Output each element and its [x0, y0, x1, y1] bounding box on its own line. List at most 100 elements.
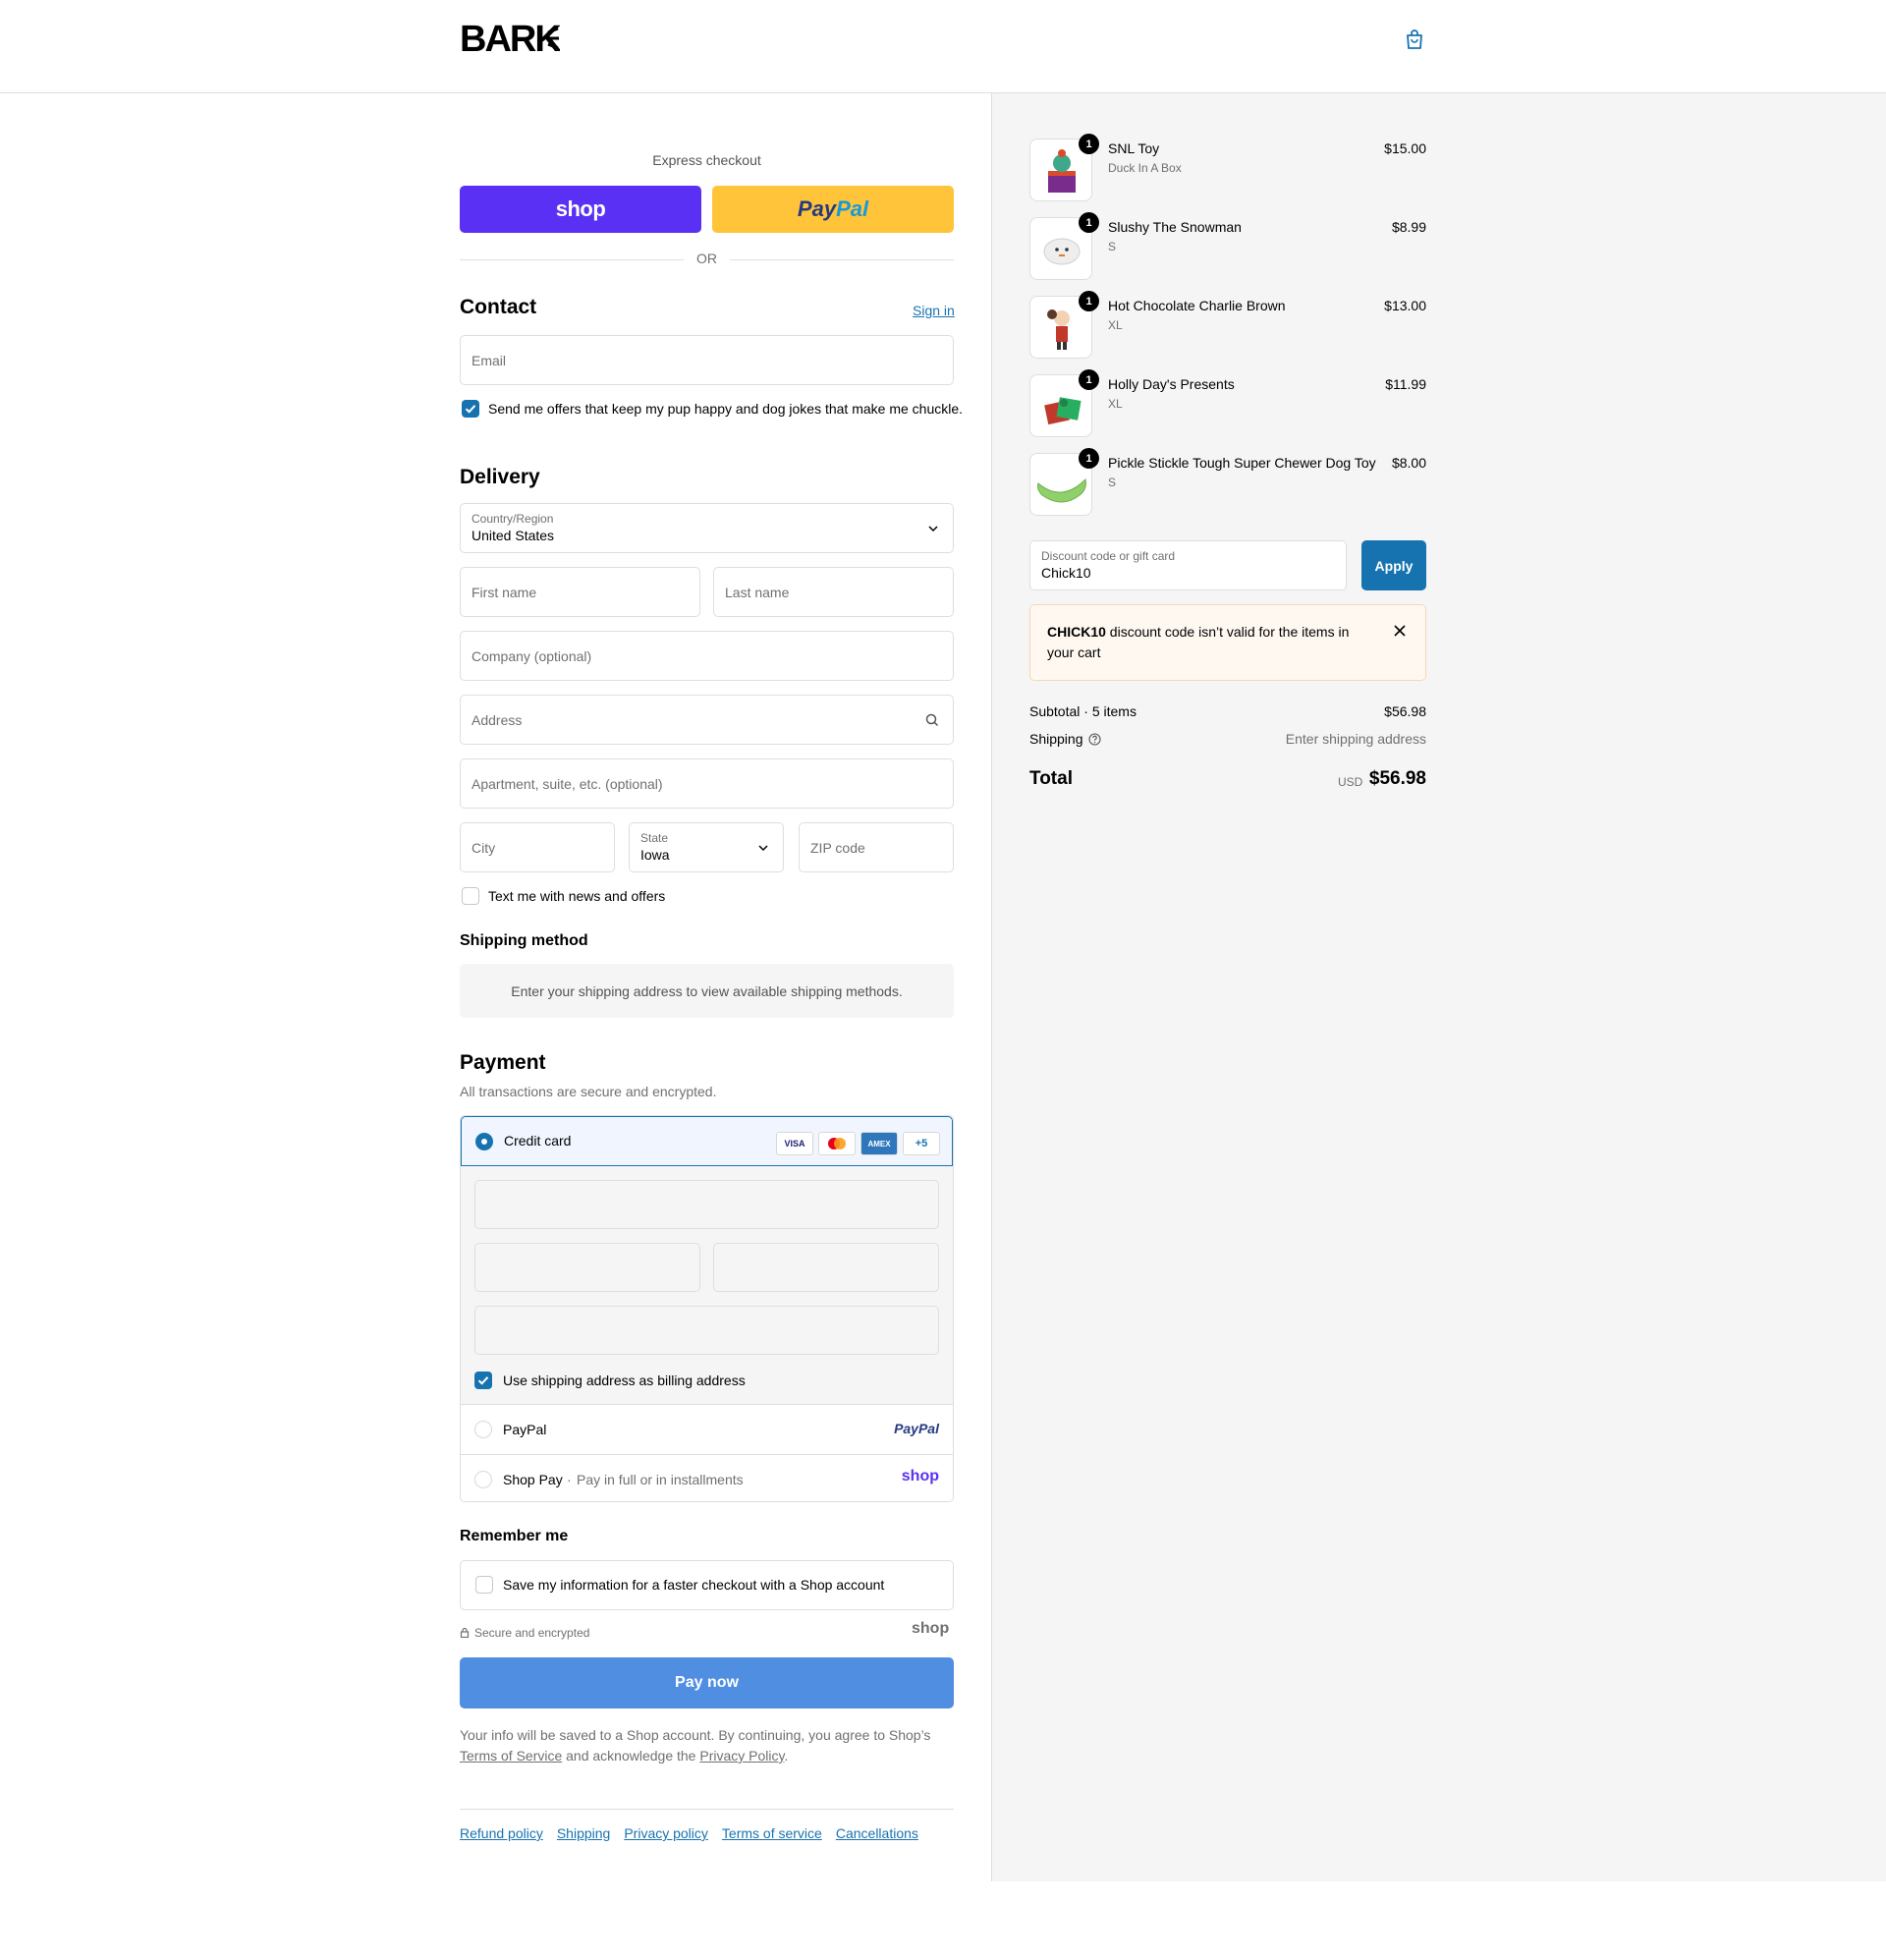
- item-name: Hot Chocolate Charlie Brown: [1108, 298, 1286, 313]
- first-name-field[interactable]: First name: [460, 567, 700, 617]
- paypal-label: PayPal: [503, 1422, 547, 1437]
- shopping-bag-icon[interactable]: [1403, 28, 1426, 51]
- contact-title: Contact: [460, 296, 537, 318]
- credit-card-radio[interactable]: [475, 1133, 493, 1150]
- quantity-badge: 1: [1079, 448, 1099, 469]
- discount-error-text: CHICK10 discount code isn’t valid for th…: [1047, 622, 1352, 663]
- more-cards-badge: +5: [903, 1132, 940, 1155]
- pay-now-button[interactable]: Pay now: [460, 1657, 954, 1708]
- save-info-checkbox[interactable]: [475, 1576, 493, 1594]
- save-info-label: Save my information for a faster checkou…: [503, 1577, 885, 1593]
- total-value: $56.98: [1368, 768, 1426, 789]
- refund-policy-link[interactable]: Refund policy: [460, 1825, 543, 1841]
- item-variant: XL: [1108, 397, 1123, 411]
- shop-pay-option[interactable]: Shop Pay · Pay in full or in installment…: [461, 1454, 953, 1501]
- paypal-express-button[interactable]: Pay Pal: [712, 186, 954, 233]
- quantity-badge: 1: [1079, 291, 1099, 311]
- state-label: State: [640, 831, 669, 845]
- company-field[interactable]: Company (optional): [460, 631, 954, 681]
- last-name-field[interactable]: Last name: [713, 567, 954, 617]
- delivery-title: Delivery: [460, 466, 540, 488]
- item-variant: S: [1108, 476, 1117, 489]
- first-name-placeholder: First name: [472, 584, 537, 600]
- legal-dot: .: [784, 1748, 789, 1764]
- credit-card-form: Use shipping address as billing address: [461, 1166, 953, 1405]
- expiration-field[interactable]: [474, 1243, 700, 1292]
- or-divider: OR: [460, 251, 954, 268]
- item-variant: XL: [1108, 318, 1123, 332]
- state-value: Iowa: [640, 847, 670, 863]
- credit-card-label: Credit card: [504, 1133, 572, 1148]
- credit-card-option[interactable]: Credit card VISA AMEX +5: [461, 1116, 953, 1166]
- billing-address-checkbox[interactable]: [474, 1372, 492, 1389]
- shop-terms-link[interactable]: Terms of Service: [460, 1748, 562, 1764]
- paypal-radio[interactable]: [474, 1421, 492, 1438]
- address-placeholder: Address: [472, 711, 523, 728]
- express-checkout-label: Express checkout: [652, 152, 761, 168]
- remember-me-title: Remember me: [460, 1528, 569, 1544]
- shipping-link[interactable]: Shipping: [557, 1825, 611, 1841]
- item-price: $8.99: [1391, 219, 1426, 235]
- shop-privacy-link[interactable]: Privacy Policy: [699, 1748, 784, 1764]
- text-offers-checkbox[interactable]: [462, 887, 479, 905]
- apply-button[interactable]: Apply: [1361, 540, 1426, 590]
- zip-field[interactable]: ZIP code: [799, 822, 954, 872]
- discount-value: Chick10: [1041, 565, 1091, 581]
- currency-code: USD: [1338, 775, 1363, 789]
- offers-label: Send me offers that keep my pup happy an…: [488, 401, 964, 417]
- lock-icon: [460, 1627, 470, 1638]
- shop-pay-note: Pay in full or in installments: [577, 1472, 744, 1487]
- item-variant: Duck In A Box: [1108, 161, 1182, 175]
- shop-logo: shop: [912, 1620, 950, 1637]
- cancellations-link[interactable]: Cancellations: [836, 1825, 918, 1841]
- shop-pay-label: Shop Pay: [503, 1472, 563, 1487]
- or-text: OR: [696, 251, 717, 266]
- subtotal-value: $56.98: [1384, 703, 1426, 719]
- card-number-field[interactable]: [474, 1180, 939, 1229]
- sign-in-link[interactable]: Sign in: [913, 303, 955, 318]
- bark-logo[interactable]: BARK: [460, 19, 560, 56]
- secure-encrypted-label: Secure and encrypted: [474, 1626, 590, 1640]
- security-code-field[interactable]: [713, 1243, 939, 1292]
- shipping-method-title: Shipping method: [460, 932, 588, 949]
- paypal-logo: PayPal: [894, 1421, 939, 1436]
- email-field[interactable]: Email: [460, 335, 954, 385]
- last-name-placeholder: Last name: [725, 584, 790, 600]
- shop-pay-logo: shop: [901, 1468, 939, 1484]
- country-select[interactable]: Country/Region United States: [460, 503, 954, 553]
- legal-and: and acknowledge the: [562, 1748, 700, 1764]
- paypal-logo-part2: Pal: [836, 196, 869, 221]
- footer-divider: [460, 1809, 954, 1810]
- item-price: $15.00: [1384, 140, 1426, 156]
- city-placeholder: City: [472, 839, 496, 856]
- search-icon: [925, 713, 939, 726]
- paypal-option[interactable]: PayPal PayPal: [461, 1405, 953, 1454]
- error-code: CHICK10: [1047, 624, 1106, 640]
- mastercard-icon: [818, 1132, 856, 1155]
- shop-pay-express-button[interactable]: shop: [460, 186, 701, 233]
- address-field[interactable]: Address: [460, 695, 954, 745]
- shipping-label: Shipping: [1029, 731, 1083, 747]
- shop-pay-separator: ·: [567, 1472, 572, 1487]
- city-field[interactable]: City: [460, 822, 615, 872]
- apartment-field[interactable]: Apartment, suite, etc. (optional): [460, 758, 954, 809]
- terms-of-service-link[interactable]: Terms of service: [722, 1825, 822, 1841]
- state-select[interactable]: State Iowa: [629, 822, 784, 872]
- shop-pay-radio[interactable]: [474, 1471, 492, 1488]
- name-on-card-field[interactable]: [474, 1306, 939, 1355]
- privacy-policy-link[interactable]: Privacy policy: [624, 1825, 708, 1841]
- check-icon: [477, 1376, 489, 1385]
- item-name: Holly Day's Presents: [1108, 376, 1235, 392]
- legal-line: Your info will be saved to a Shop accoun…: [460, 1727, 931, 1743]
- discount-code-field[interactable]: Discount code or gift card Chick10: [1029, 540, 1347, 590]
- close-icon[interactable]: [1393, 624, 1407, 638]
- help-icon[interactable]: [1088, 733, 1101, 746]
- offers-checkbox[interactable]: [462, 400, 479, 418]
- subtotal-label: Subtotal · 5 items: [1029, 703, 1137, 719]
- item-variant: S: [1108, 240, 1117, 253]
- quantity-badge: 1: [1079, 369, 1099, 390]
- email-placeholder: Email: [472, 352, 507, 368]
- visa-icon: VISA: [776, 1132, 813, 1155]
- shop-pay-logo: shop: [555, 196, 606, 221]
- item-price: $13.00: [1384, 298, 1426, 313]
